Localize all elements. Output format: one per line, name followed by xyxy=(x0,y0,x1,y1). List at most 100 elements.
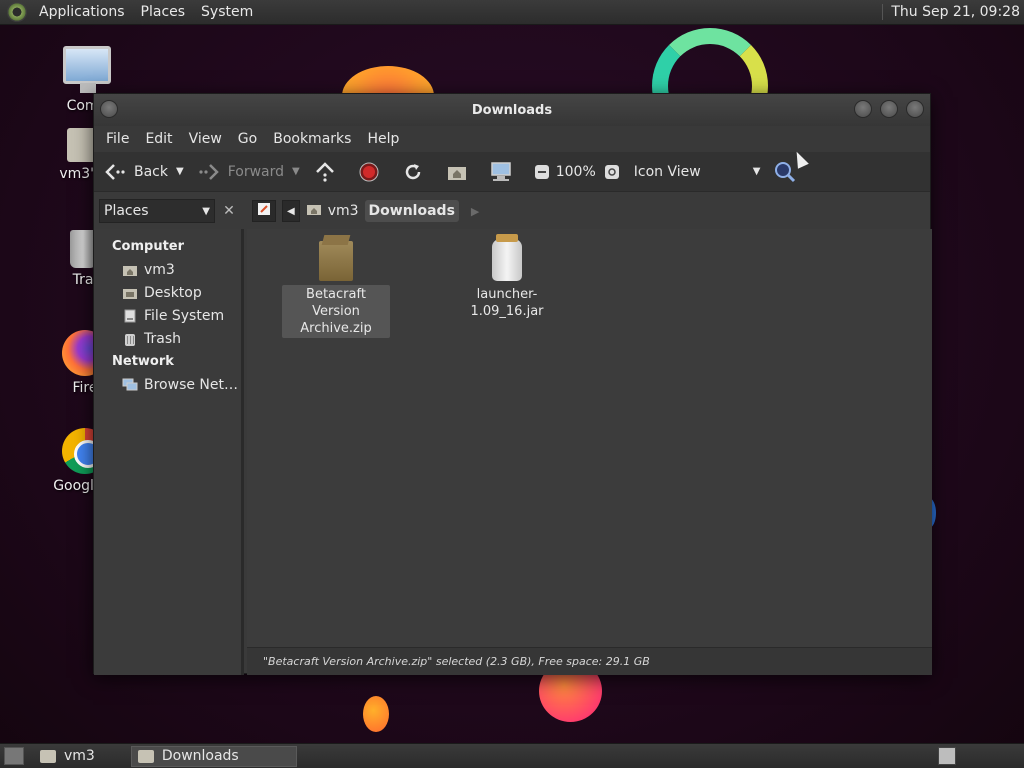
forward-label: Forward xyxy=(227,163,285,180)
sidebar-item-trash[interactable]: Trash xyxy=(94,327,241,350)
file-name-line: Archive.zip xyxy=(300,321,372,336)
sidebar-item-vm3[interactable]: vm3 xyxy=(94,258,241,281)
file-icon-view[interactable]: Betacraft Version Archive.zip launcher-1… xyxy=(247,229,932,647)
file-item-betacraft-zip[interactable]: Betacraft Version Archive.zip xyxy=(282,241,390,338)
window-menu-button[interactable] xyxy=(100,100,118,118)
view-mode-select[interactable]: Icon View ▼ xyxy=(634,164,761,180)
toggle-location-entry-button[interactable] xyxy=(252,200,276,222)
sidebar-item-file-system[interactable]: File System xyxy=(94,304,241,327)
menu-bookmarks[interactable]: Bookmarks xyxy=(265,131,359,147)
forward-button[interactable]: Forward ▼ xyxy=(198,161,300,183)
zoom-level: 100% xyxy=(555,163,596,180)
back-button[interactable]: Back ▼ xyxy=(104,161,184,183)
menu-edit[interactable]: Edit xyxy=(137,131,180,147)
file-name-line: Betacraft Version xyxy=(306,287,366,319)
breadcrumb: ◀ vm3 Downloads ▶ xyxy=(242,193,932,229)
workspace-switcher[interactable] xyxy=(938,747,956,765)
show-desktop-icon[interactable] xyxy=(4,747,24,765)
taskbar-label: Downloads xyxy=(161,748,239,764)
chevron-down-icon: ▼ xyxy=(202,205,210,217)
close-sidebar-icon[interactable]: ✕ xyxy=(219,201,239,221)
forward-dropdown-icon[interactable]: ▼ xyxy=(292,166,300,177)
sidebar-item-label: File System xyxy=(144,307,225,324)
stop-icon xyxy=(358,161,380,183)
maximize-button[interactable] xyxy=(880,100,898,118)
back-dropdown-icon[interactable]: ▼ xyxy=(176,166,184,177)
panel-menu-applications[interactable]: Applications xyxy=(35,4,129,20)
home-folder-icon xyxy=(306,202,322,220)
breadcrumb-label: vm3 xyxy=(327,203,359,219)
bottom-panel: vm3 Downloads xyxy=(0,743,1024,768)
file-name: launcher-1.09_16.jar xyxy=(470,287,544,319)
home-folder-icon xyxy=(122,263,138,277)
file-name: Betacraft Version Archive.zip xyxy=(282,285,390,338)
reload-button[interactable] xyxy=(402,161,432,183)
chevron-right-icon[interactable]: ▶ xyxy=(471,205,479,218)
sidebar-item-browse-network[interactable]: Browse Net… xyxy=(94,373,241,396)
location-bar: Places ▼ ✕ ◀ vm3 Downloads ▶ xyxy=(94,193,932,229)
computer-icon xyxy=(490,161,512,183)
sidebar-item-desktop[interactable]: Desktop xyxy=(94,281,241,304)
computer-icon xyxy=(63,46,111,93)
view-mode-label: Icon View xyxy=(633,163,701,180)
top-panel: Applications Places System Thu Sep 21, 0… xyxy=(0,0,1024,25)
back-label: Back xyxy=(134,163,168,180)
chevron-left-icon: ◀ xyxy=(287,205,295,217)
pencil-icon xyxy=(257,202,271,220)
distro-logo-icon[interactable] xyxy=(7,2,27,22)
menu-go[interactable]: Go xyxy=(230,131,265,147)
places-combo-label: Places xyxy=(104,203,149,219)
taskbar-item-downloads[interactable]: Downloads xyxy=(130,745,297,767)
computer-button[interactable] xyxy=(490,161,520,183)
menu-help[interactable]: Help xyxy=(359,131,407,147)
zoom-in-icon[interactable] xyxy=(604,164,620,180)
menubar: File Edit View Go Bookmarks Help xyxy=(94,126,930,152)
network-icon xyxy=(122,378,138,392)
up-button[interactable] xyxy=(314,161,344,183)
search-icon xyxy=(774,161,796,183)
breadcrumb-label: Downloads xyxy=(368,203,455,219)
file-item-launcher-jar[interactable]: launcher-1.09_16.jar xyxy=(437,234,577,321)
window-titlebar[interactable]: Downloads xyxy=(94,94,930,126)
sidebar-item-label: Browse Net… xyxy=(144,376,239,393)
places-header: Places ▼ ✕ xyxy=(94,193,242,229)
drive-icon xyxy=(122,309,138,323)
trash-icon xyxy=(122,332,138,346)
minimize-button[interactable] xyxy=(854,100,872,118)
home-folder-icon xyxy=(446,161,468,183)
jar-file-icon xyxy=(492,234,522,281)
sidebar-heading-computer: Computer xyxy=(112,239,185,254)
places-combo[interactable]: Places ▼ xyxy=(99,199,215,223)
menu-view[interactable]: View xyxy=(181,131,230,147)
panel-menu-system[interactable]: System xyxy=(197,4,257,20)
folder-icon xyxy=(40,749,56,763)
window-title: Downloads xyxy=(471,102,553,118)
breadcrumb-item-vm3[interactable]: vm3 xyxy=(306,200,359,222)
up-arrow-icon xyxy=(314,161,336,183)
reload-icon xyxy=(402,161,424,183)
folder-icon xyxy=(137,749,154,763)
zoom-control[interactable]: 100% xyxy=(534,164,620,180)
sidebar-heading-network: Network xyxy=(112,354,174,369)
close-button[interactable] xyxy=(906,100,924,118)
desktop-folder-icon xyxy=(122,286,138,300)
view-mode-dropdown-icon[interactable]: ▼ xyxy=(753,166,761,177)
sidebar-item-label: vm3 xyxy=(144,261,175,278)
breadcrumb-prev-button[interactable]: ◀ xyxy=(282,200,300,222)
sidebar-item-label: Trash xyxy=(144,330,181,347)
stop-button[interactable] xyxy=(358,161,388,183)
sidebar-item-label: Desktop xyxy=(144,284,202,301)
menu-file[interactable]: File xyxy=(98,131,137,147)
home-button[interactable] xyxy=(446,161,476,183)
zip-archive-icon xyxy=(319,241,353,281)
forward-arrow-icon xyxy=(198,161,220,183)
breadcrumb-item-downloads[interactable]: Downloads xyxy=(364,200,459,222)
panel-clock[interactable]: Thu Sep 21, 09:28 xyxy=(882,4,1020,20)
decor-small-blob xyxy=(363,696,389,732)
zoom-out-icon[interactable] xyxy=(534,164,550,180)
taskbar-item-vm3[interactable]: vm3 xyxy=(34,746,101,767)
file-manager-window: Downloads File Edit View Go Bookmarks He… xyxy=(93,93,932,675)
status-bar: "Betacraft Version Archive.zip" selected… xyxy=(247,647,932,675)
places-sidebar: Computer vm3 Desktop File System Trash N… xyxy=(94,229,244,675)
panel-menu-places[interactable]: Places xyxy=(137,4,190,20)
